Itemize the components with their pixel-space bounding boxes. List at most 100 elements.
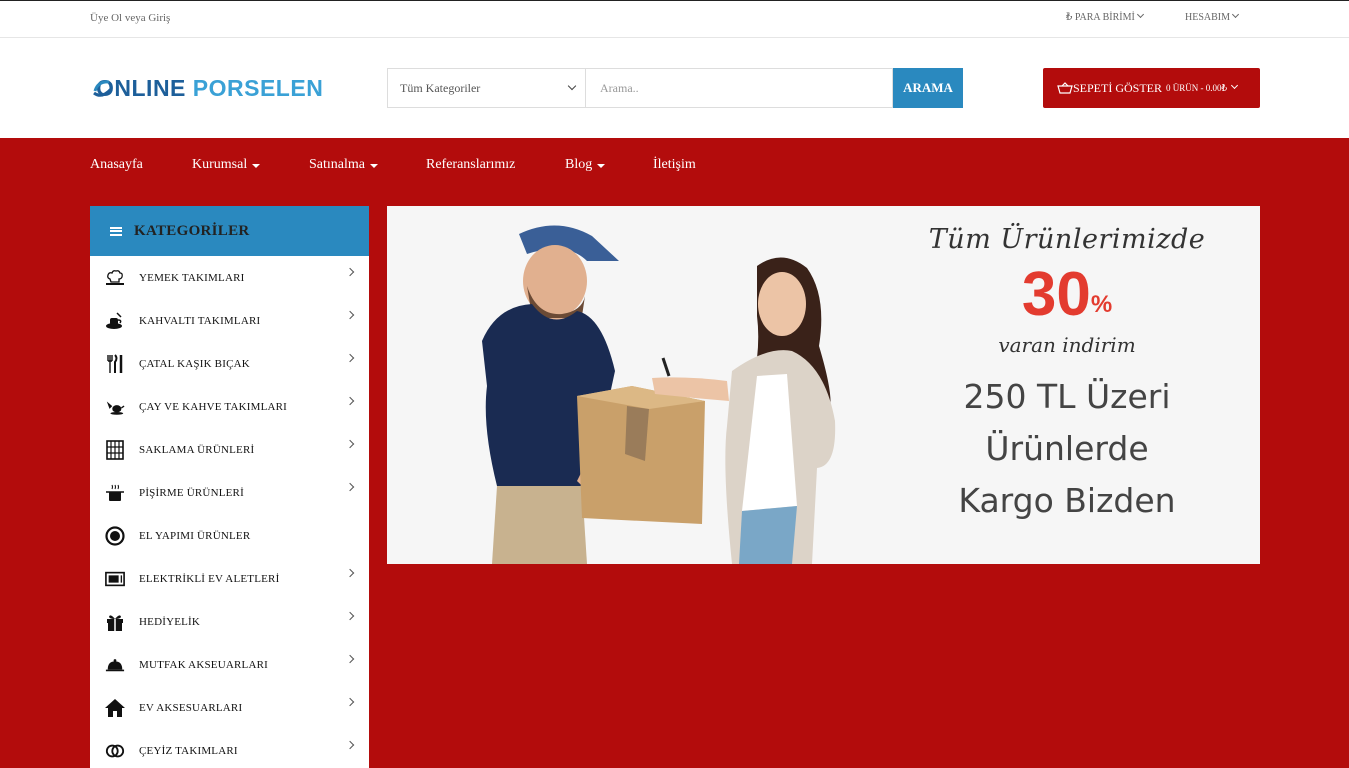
sidebar-item-cay-ve-kahve-takimlari[interactable]: ÇAY VE KAHVE TAKIMLARI [90, 385, 369, 428]
account-label: HESABIM [1185, 12, 1231, 23]
category-sidebar: KATEGORİLER YEMEK TAKIMLARI KAHVALTI TAK… [90, 206, 369, 768]
chevron-right-icon [345, 568, 355, 578]
sidebar-item-hediyelik[interactable]: HEDİYELİK [90, 600, 369, 643]
chevron-down-icon [1231, 10, 1240, 19]
currency-dropdown[interactable]: ₺ PARA BİRİMİ [1066, 10, 1144, 23]
sidebar-item-label: ÇAY VE KAHVE TAKIMLARI [139, 401, 288, 413]
promo-shipping-line-1: 250 TL Üzeri Ürünlerde [963, 377, 1171, 468]
chevron-down-icon [1231, 81, 1239, 89]
nav-item-satinalma[interactable]: Satınalma [309, 155, 426, 175]
promo-text: Tüm Ürünlerimizde 30% varan indirim 250 … [877, 224, 1257, 527]
sidebar-item-ev-aksesuarlari[interactable]: EV AKSESUARLARI [90, 686, 369, 729]
sidebar-item-kahvalti-takimlari[interactable]: KAHVALTI TAKIMLARI [90, 299, 369, 342]
sidebar-item-label: KAHVALTI TAKIMLARI [139, 315, 261, 327]
nav-item-label: Satınalma [309, 157, 365, 172]
cart-label: SEPETİ GÖSTER [1073, 80, 1163, 95]
promo-shipping-line: 250 TL Üzeri Ürünlerde Kargo Bizden [877, 371, 1257, 527]
sidebar-header[interactable]: KATEGORİLER [90, 206, 369, 256]
chevron-right-icon [345, 740, 355, 750]
currency-label: ₺ PARA BİRİMİ [1066, 12, 1135, 23]
sidebar-item-label: ÇEYİZ TAKIMLARI [139, 745, 238, 757]
chevron-right-icon [345, 396, 355, 406]
category-select[interactable]: Tüm Kategoriler [387, 68, 586, 108]
search-bar: Tüm Kategoriler ARAMA [387, 68, 963, 108]
nav-item-label: İletişim [653, 157, 696, 172]
cart-summary: 0 ÜRÜN - 0.00₺ [1166, 82, 1228, 93]
chevron-right-icon [345, 439, 355, 449]
percent-sign: % [1090, 291, 1113, 318]
chevron-right-icon [345, 611, 355, 621]
chef-hat-icon [105, 268, 125, 288]
cutlery-icon [105, 353, 125, 374]
logo-text-porselen: PORSELEN [192, 74, 324, 101]
nav-item-referanslarimiz[interactable]: Referanslarımız [426, 155, 565, 175]
login-register-link[interactable]: Üye Ol veya Giriş [90, 12, 170, 24]
chevron-right-icon [345, 310, 355, 320]
chevron-right-icon [345, 697, 355, 707]
chevron-down-icon [567, 81, 577, 91]
search-input[interactable] [586, 68, 893, 108]
discount-percent: 30% [877, 259, 1257, 331]
sidebar-item-elektrikli-ev-aletleri[interactable]: ELEKTRİKLİ EV ALETLERİ [90, 557, 369, 600]
nav-item-label: Anasayfa [90, 157, 143, 172]
site-logo[interactable]: ONLINE PORSELEN [92, 74, 324, 101]
site-header: ONLINE PORSELEN Tüm Kategoriler ARAMA SE… [0, 38, 1349, 138]
sidebar-item-el-yapimi-urunler[interactable]: EL YAPIMI ÜRÜNLER [90, 514, 369, 557]
caret-down-icon [252, 164, 261, 168]
cart-button[interactable]: SEPETİ GÖSTER 0 ÜRÜN - 0.00₺ [1043, 68, 1260, 108]
breakfast-icon [105, 311, 125, 331]
sidebar-item-saklama-urunleri[interactable]: SAKLAMA ÜRÜNLERİ [90, 428, 369, 471]
sidebar-item-label: YEMEK TAKIMLARI [139, 272, 245, 284]
chevron-right-icon [345, 353, 355, 363]
sidebar-item-label: SAKLAMA ÜRÜNLERİ [139, 444, 255, 456]
nav-item-blog[interactable]: Blog [565, 155, 653, 175]
microwave-icon [105, 569, 125, 589]
chevron-right-icon [345, 482, 355, 492]
nav-item-kurumsal[interactable]: Kurumsal [192, 155, 309, 175]
caret-down-icon [597, 164, 606, 168]
sidebar-item-mutfak-aksesuarlari[interactable]: MUTFAK AKSEUARLARI [90, 643, 369, 686]
search-button[interactable]: ARAMA [893, 68, 963, 108]
category-select-value: Tüm Kategoriler [400, 81, 481, 95]
promo-sub-line: varan indirim [998, 333, 1136, 357]
promo-shipping-line-2: Kargo Bizden [958, 481, 1176, 520]
sidebar-item-label: ELEKTRİKLİ EV ALETLERİ [139, 573, 280, 585]
chevron-right-icon [345, 654, 355, 664]
handmade-icon [105, 525, 125, 546]
logo-swoosh-icon [93, 80, 113, 97]
nav-item-iletisim[interactable]: İletişim [653, 155, 696, 175]
house-icon [105, 698, 125, 718]
sidebar-item-label: EL YAPIMI ÜRÜNLER [139, 530, 251, 542]
menu-icon [110, 226, 122, 236]
sidebar-item-yemek-takimlari[interactable]: YEMEK TAKIMLARI [90, 256, 369, 299]
nav-item-anasayfa[interactable]: Anasayfa [90, 155, 192, 175]
sidebar-title: KATEGORİLER [134, 222, 250, 239]
promo-script-line: Tüm Ürünlerimizde [928, 224, 1206, 255]
sidebar-item-label: ÇATAL KAŞIK BIÇAK [139, 358, 250, 370]
nav-item-label: Referanslarımız [426, 157, 516, 172]
top-bar: Üye Ol veya Giriş ₺ PARA BİRİMİ HESABIM [0, 0, 1349, 38]
cooking-pot-icon [105, 483, 125, 503]
chevron-down-icon [1136, 10, 1144, 19]
rings-icon [105, 741, 125, 761]
account-dropdown[interactable]: HESABIM [1185, 10, 1240, 23]
caret-down-icon [370, 164, 378, 168]
delivery-illustration [482, 225, 836, 564]
sidebar-item-label: MUTFAK AKSEUARLARI [139, 659, 268, 671]
cloche-icon [105, 655, 125, 675]
storage-icon [105, 439, 125, 460]
nav-item-label: Kurumsal [192, 157, 248, 172]
discount-value: 30 [1021, 260, 1091, 329]
hero-banner[interactable]: Tüm Ürünlerimizde 30% varan indirim 250 … [387, 206, 1260, 564]
main-nav: Anasayfa Kurumsal Satınalma Referansları… [90, 155, 696, 175]
basket-icon [1057, 82, 1073, 94]
sidebar-item-label: HEDİYELİK [139, 616, 201, 628]
sidebar-item-pisirme-urunleri[interactable]: PİŞİRME ÜRÜNLERİ [90, 471, 369, 514]
gift-icon [105, 612, 125, 632]
teapot-icon [105, 397, 125, 417]
sidebar-item-label: EV AKSESUARLARI [139, 702, 243, 714]
sidebar-item-label: PİŞİRME ÜRÜNLERİ [139, 487, 244, 499]
nav-item-label: Blog [565, 157, 593, 172]
sidebar-item-ceyiz-takimlari[interactable]: ÇEYİZ TAKIMLARI [90, 729, 369, 768]
sidebar-item-catal-kasik-bicak[interactable]: ÇATAL KAŞIK BIÇAK [90, 342, 369, 385]
